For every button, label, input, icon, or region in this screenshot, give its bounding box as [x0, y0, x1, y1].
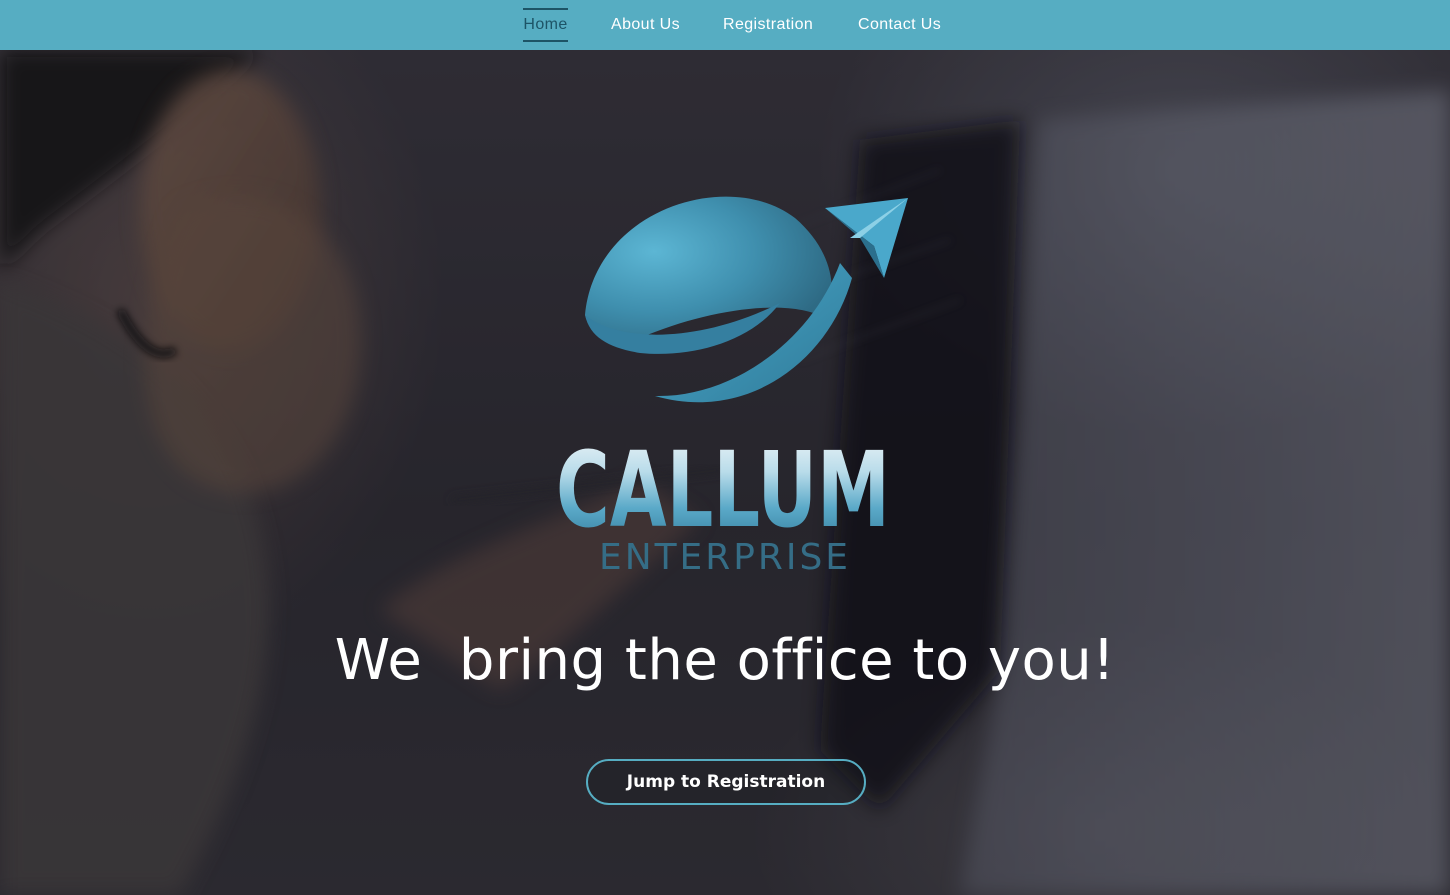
hero-section: CALLUM ENTERPRISE We bring the office to…: [0, 50, 1450, 895]
hero-tagline: We bring the office to you!: [334, 628, 1116, 693]
jump-to-registration-button[interactable]: Jump to Registration: [586, 759, 866, 805]
page: Home About Us Registration Contact Us CA…: [0, 0, 1450, 895]
brand-logo-wordmark: CALLUM: [556, 430, 890, 530]
brand-subtitle: ENTERPRISE: [599, 537, 851, 575]
nav-item-registration[interactable]: Registration: [723, 8, 813, 42]
nav-item-home[interactable]: Home: [523, 8, 568, 42]
nav-item-contact-us[interactable]: Contact Us: [858, 8, 941, 42]
brand-name: CALLUM: [556, 430, 890, 530]
brand-logo-subtitle: ENTERPRISE: [599, 537, 851, 575]
nav-item-about-us[interactable]: About Us: [611, 8, 680, 42]
globe-with-paper-plane-icon: [585, 196, 908, 403]
top-navbar: Home About Us Registration Contact Us: [0, 0, 1450, 50]
